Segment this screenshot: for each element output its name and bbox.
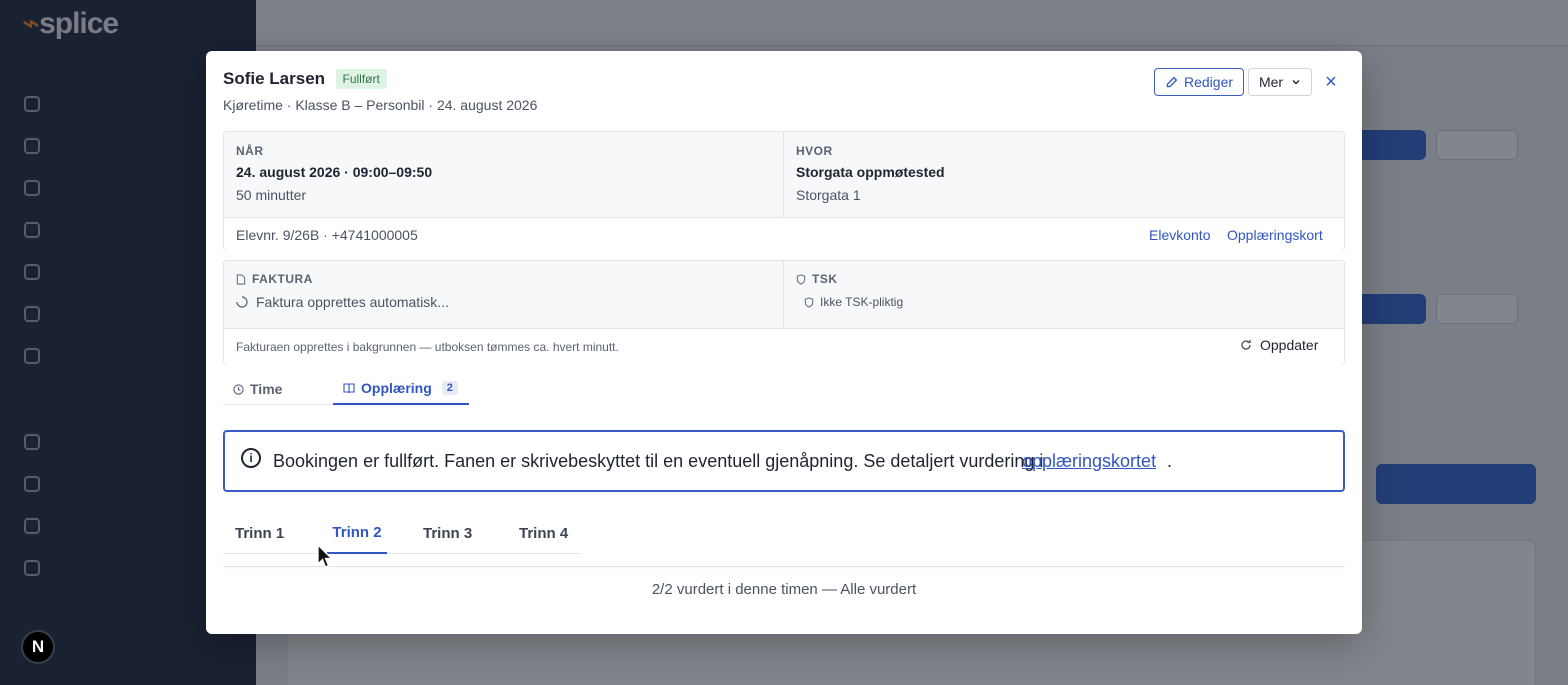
tab-step-3[interactable]: Trinn 3 bbox=[423, 513, 472, 554]
status-badge: Fullført bbox=[335, 69, 387, 89]
tsk-label: TSK bbox=[812, 272, 838, 286]
tab-time-label: Time bbox=[250, 381, 283, 397]
tab-training[interactable]: Opplæring 2 bbox=[333, 373, 469, 405]
booking-modal: Sofie Larsen Fullført Kjøretime · Klasse… bbox=[206, 51, 1362, 634]
edit-button[interactable]: Rediger bbox=[1154, 68, 1244, 96]
tab-time[interactable]: Time bbox=[233, 373, 282, 405]
when-label: NÅR bbox=[236, 144, 264, 158]
where-label: HVOR bbox=[796, 144, 833, 158]
shield-icon bbox=[796, 273, 806, 285]
chevron-down-icon bbox=[1292, 80, 1300, 85]
spinner-icon bbox=[236, 296, 248, 308]
when-datetime: 24. august 2026 · 09:00–09:50 bbox=[236, 164, 433, 180]
mouse-cursor-icon bbox=[317, 544, 334, 568]
invoice-status: Faktura opprettes automatisk... bbox=[256, 294, 449, 310]
info-icon: i bbox=[241, 448, 261, 468]
training-card-alert-link[interactable]: opplæringskortet bbox=[1022, 451, 1156, 472]
alert-suffix: . bbox=[1167, 451, 1173, 471]
book-icon bbox=[343, 382, 355, 393]
booking-info-box: NÅR 24. august 2026 · 09:00–09:50 50 min… bbox=[223, 131, 1345, 251]
refresh-label: Oppdater bbox=[1260, 337, 1319, 353]
pencil-icon bbox=[1166, 76, 1178, 87]
student-name: Sofie Larsen bbox=[223, 69, 326, 88]
refresh-button[interactable]: Oppdater bbox=[1240, 337, 1318, 353]
step-tabs: Trinn 1 Trinn 2 Trinn 3 Trinn 4 bbox=[223, 513, 581, 554]
invoice-note: Fakturaen opprettes i bakgrunnen — utbok… bbox=[236, 340, 619, 354]
invoice-section: FAKTURA Faktura opprettes automatisk... bbox=[224, 261, 784, 328]
student-account-link[interactable]: Elevkonto bbox=[1149, 227, 1210, 243]
clock-icon bbox=[233, 383, 244, 395]
when-section: NÅR 24. august 2026 · 09:00–09:50 50 min… bbox=[224, 132, 784, 217]
more-button[interactable]: Mer bbox=[1248, 68, 1312, 96]
tsk-section: TSK Ikke TSK-pliktig bbox=[784, 261, 1344, 328]
close-icon[interactable]: × bbox=[1322, 71, 1340, 93]
student-meta: Elevnr. 9/26B · +4741000005 bbox=[236, 227, 418, 243]
edit-label: Rediger bbox=[1183, 74, 1234, 90]
document-icon bbox=[236, 273, 246, 285]
more-label: Mer bbox=[1258, 74, 1284, 90]
tab-bar: Time Opplæring 2 bbox=[223, 373, 469, 405]
where-place: Storgata oppmøtested bbox=[796, 164, 945, 180]
training-card-link[interactable]: Opplæringskort bbox=[1227, 227, 1323, 243]
refresh-icon bbox=[1241, 340, 1251, 350]
divider bbox=[223, 566, 1345, 567]
assessment-summary: 2/2 vurdert i denne timen — Alle vurdert bbox=[651, 581, 917, 598]
tab-training-count: 2 bbox=[441, 381, 458, 395]
when-duration: 50 minutter bbox=[236, 187, 307, 203]
tab-step-2[interactable]: Trinn 2 bbox=[327, 513, 387, 554]
invoice-box: FAKTURA Faktura opprettes automatisk... … bbox=[223, 260, 1345, 365]
tsk-status: Ikke TSK-pliktig bbox=[820, 295, 904, 309]
n-badge[interactable]: N bbox=[21, 630, 55, 664]
student-meta-row: Elevnr. 9/26B · +4741000005 Elevkonto Op… bbox=[224, 217, 1344, 251]
invoice-footer: Fakturaen opprettes i bakgrunnen — utbok… bbox=[224, 328, 1344, 365]
alert-text: Bookingen er fullført. Fanen er skrivebe… bbox=[273, 451, 1044, 471]
tab-step-4[interactable]: Trinn 4 bbox=[519, 513, 568, 554]
where-address: Storgata 1 bbox=[796, 187, 861, 203]
info-alert: i Bookingen er fullført. Fanen er skrive… bbox=[223, 430, 1345, 492]
invoice-label: FAKTURA bbox=[252, 272, 313, 286]
booking-subtitle: Kjøretime · Klasse B – Personbil · 24. a… bbox=[223, 97, 538, 113]
shield-icon bbox=[804, 296, 814, 308]
tab-step-1[interactable]: Trinn 1 bbox=[235, 513, 284, 554]
where-section: HVOR Storgata oppmøtested Storgata 1 bbox=[784, 132, 1344, 217]
tab-training-label: Opplæring bbox=[361, 380, 432, 396]
modal-header: Sofie Larsen Fullført bbox=[223, 69, 387, 89]
